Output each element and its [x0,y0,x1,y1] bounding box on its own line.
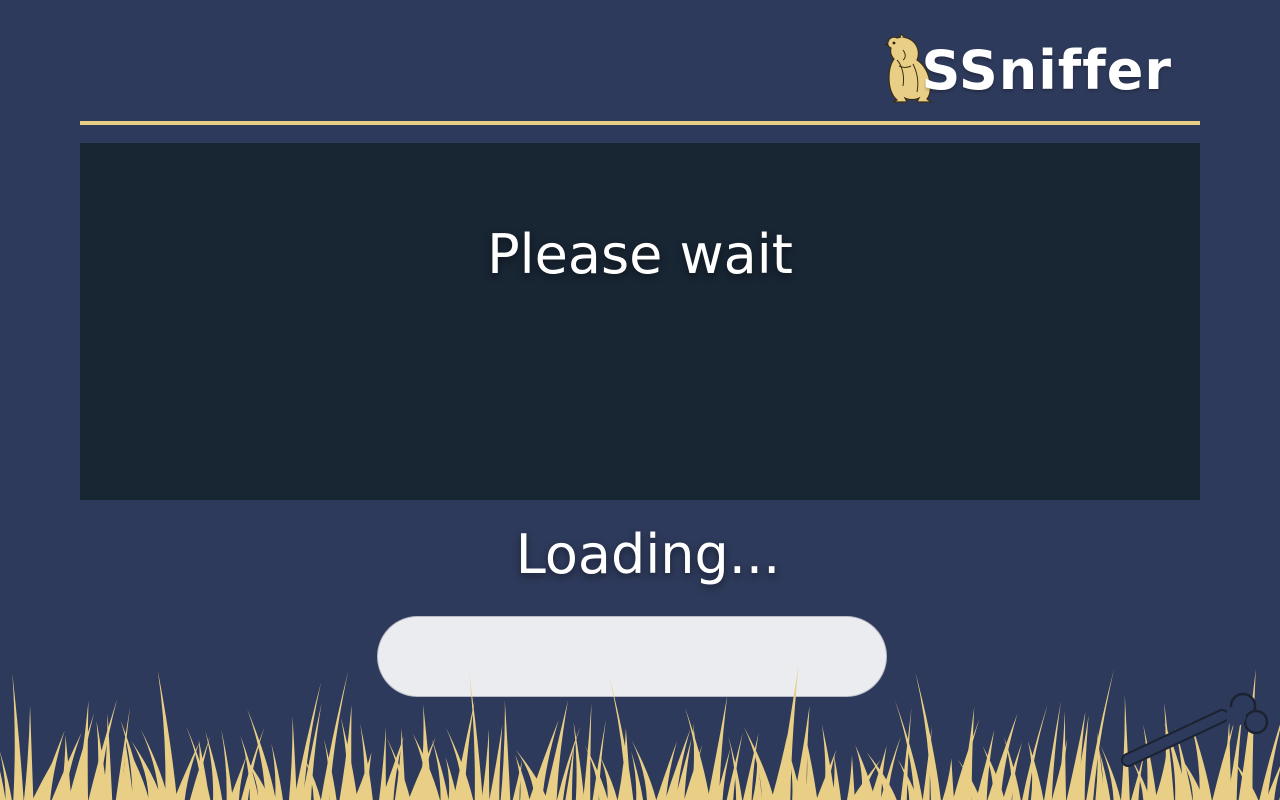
header: SSniffer [80,0,1200,126]
loading-screen: SSniffer Please wait Loading... [0,0,1280,800]
brand-logo: SSniffer [883,28,1172,104]
header-divider [80,121,1200,125]
brand-name: SSniffer [921,39,1172,102]
loading-label: Loading... [515,523,781,586]
panel-title: Please wait [487,223,793,286]
grass-decoration [0,665,1280,800]
content-panel: Please wait [80,143,1200,500]
